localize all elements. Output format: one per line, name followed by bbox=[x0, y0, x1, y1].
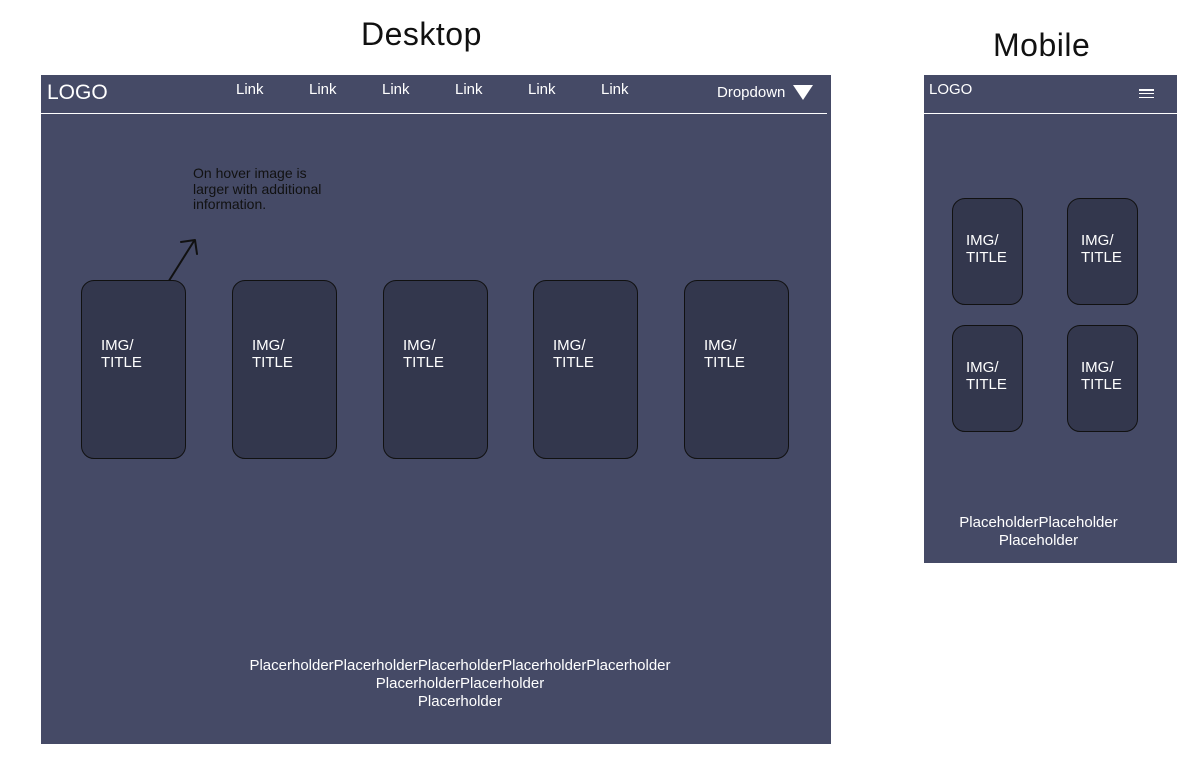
card-label: IMG/TITLE bbox=[403, 337, 444, 371]
desktop-navbar: LOGO Link Link Link Link Link Link Dropd… bbox=[41, 75, 827, 114]
hover-annotation: On hover image is larger with additional… bbox=[193, 165, 322, 212]
desktop-frame: LOGO Link Link Link Link Link Link Dropd… bbox=[41, 75, 831, 744]
nav-dropdown[interactable]: Dropdown bbox=[717, 80, 814, 104]
card-label: IMG/TITLE bbox=[1081, 359, 1122, 393]
desktop-card-4[interactable]: IMG/TITLE bbox=[533, 280, 638, 459]
hamburger-icon[interactable] bbox=[1139, 89, 1154, 98]
card-label: IMG/TITLE bbox=[252, 337, 293, 371]
triangle-down-icon bbox=[793, 84, 814, 100]
desktop-logo[interactable]: LOGO bbox=[47, 81, 108, 105]
card-label: IMG/TITLE bbox=[101, 337, 142, 371]
card-label: IMG/TITLE bbox=[966, 232, 1007, 266]
mobile-card-4[interactable]: IMG/TITLE bbox=[1067, 325, 1138, 432]
mobile-footer-text: PlaceholderPlaceholder Placeholder bbox=[959, 514, 1118, 549]
desktop-card-1[interactable]: IMG/TITLE bbox=[81, 280, 186, 459]
desktop-card-5[interactable]: IMG/TITLE bbox=[684, 280, 789, 459]
mobile-heading: Mobile bbox=[993, 27, 1091, 63]
nav-link-2[interactable]: Link bbox=[309, 81, 337, 98]
card-label: IMG/TITLE bbox=[704, 337, 745, 371]
mobile-frame: LOGO IMG/TITLE IMG/TITLE IMG/TITLE IMG/T… bbox=[924, 75, 1177, 563]
mobile-card-2[interactable]: IMG/TITLE bbox=[1067, 198, 1138, 305]
mobile-navbar: LOGO bbox=[924, 75, 1177, 114]
mobile-card-1[interactable]: IMG/TITLE bbox=[952, 198, 1023, 305]
card-label: IMG/TITLE bbox=[966, 359, 1007, 393]
nav-link-5[interactable]: Link bbox=[528, 81, 556, 98]
mobile-card-3[interactable]: IMG/TITLE bbox=[952, 325, 1023, 432]
desktop-heading: Desktop bbox=[361, 16, 482, 52]
mobile-logo[interactable]: LOGO bbox=[929, 81, 972, 98]
nav-link-6[interactable]: Link bbox=[601, 81, 629, 98]
desktop-footer-text: PlacerholderPlacerholderPlacerholderPlac… bbox=[249, 657, 671, 710]
nav-link-4[interactable]: Link bbox=[455, 81, 483, 98]
dropdown-label: Dropdown bbox=[717, 83, 786, 101]
card-label: IMG/TITLE bbox=[1081, 232, 1122, 266]
desktop-card-3[interactable]: IMG/TITLE bbox=[383, 280, 488, 459]
card-label: IMG/TITLE bbox=[553, 337, 594, 371]
desktop-card-2[interactable]: IMG/TITLE bbox=[232, 280, 337, 459]
nav-link-1[interactable]: Link bbox=[236, 81, 264, 98]
nav-link-3[interactable]: Link bbox=[382, 81, 410, 98]
